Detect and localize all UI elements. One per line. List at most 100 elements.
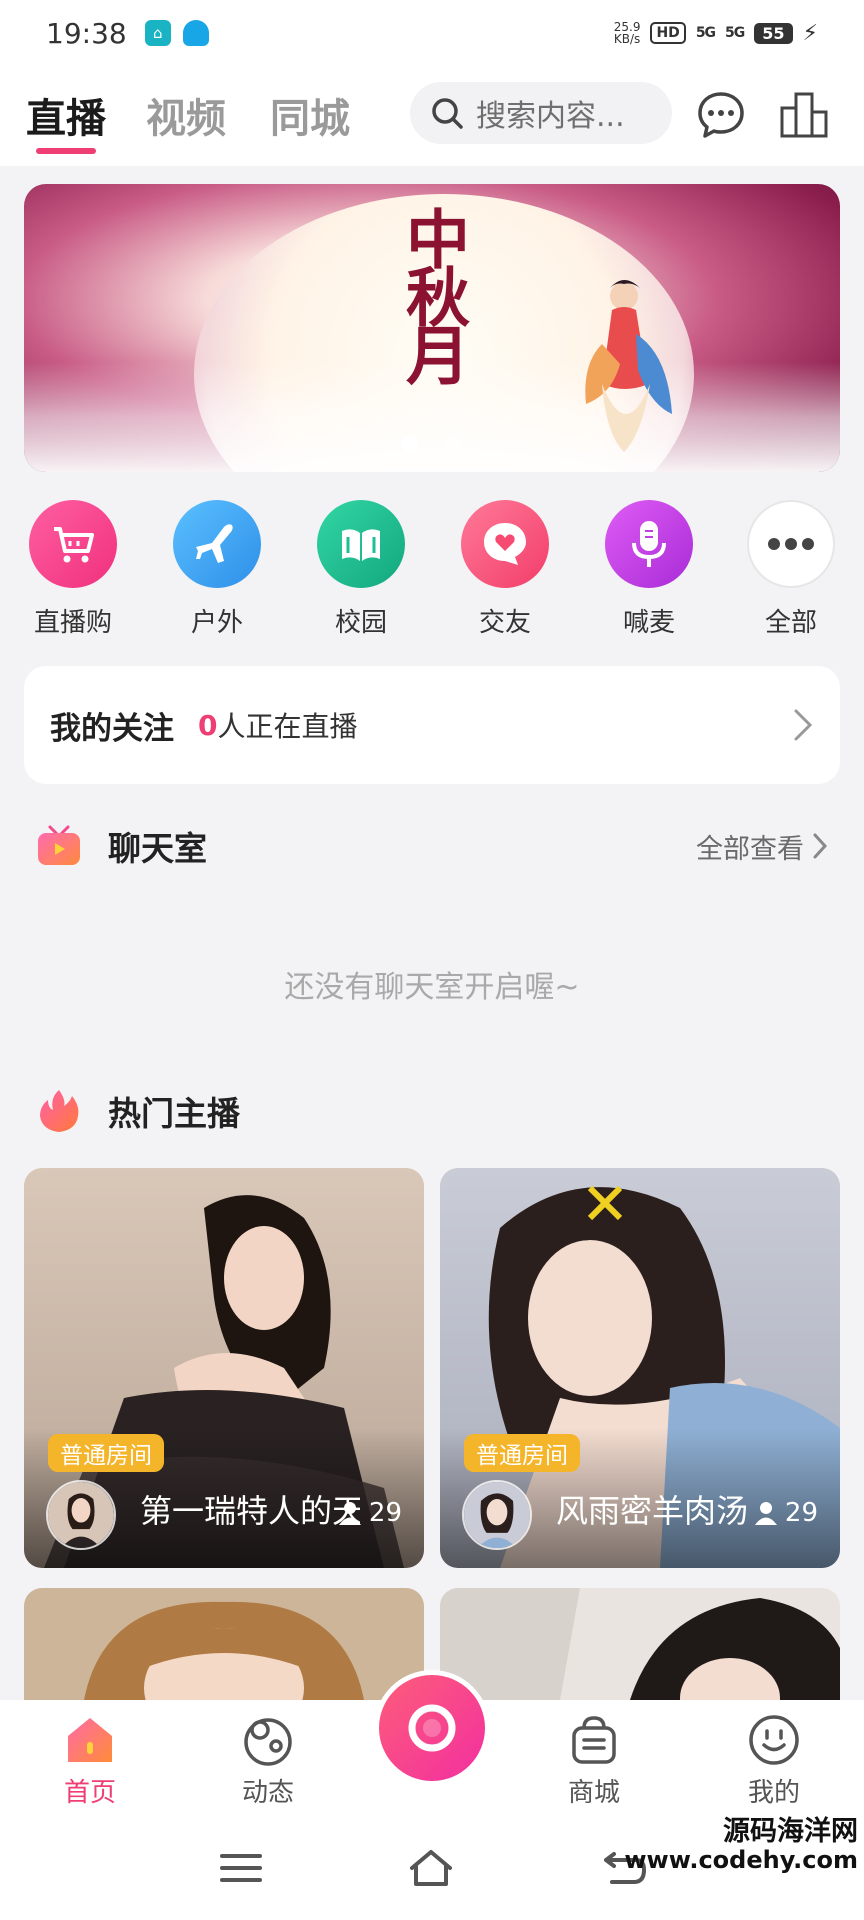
category-label: 喊麦 <box>622 608 675 638</box>
chevron-right-icon <box>794 709 813 741</box>
chatroom-empty-message: 还没有聊天室开启喔~ <box>284 970 580 1005</box>
follow-live-count: 0 <box>198 708 218 742</box>
category-live-shopping[interactable]: 直播购 <box>18 500 128 639</box>
streamer-name: 第一瑞特人的天 <box>140 1492 360 1530</box>
hd-icon: HD <box>650 22 686 44</box>
view-all-label: 全部查看 <box>696 833 804 865</box>
streamer-card-3[interactable] <box>24 1588 424 1700</box>
room-type-badge: 普通房间 <box>464 1434 580 1472</box>
bottom-navigation: 首页 动态 商城 我的 <box>0 1670 864 1818</box>
category-label: 交友 <box>478 608 531 638</box>
battery-icon: 55 <box>754 22 793 44</box>
search-input[interactable]: 搜索内容... <box>410 82 672 144</box>
category-outdoor[interactable]: 户外 <box>162 500 272 639</box>
streamer-photo <box>440 1588 840 1700</box>
banner-title: 中秋月 <box>395 206 470 380</box>
promo-banner[interactable]: 中秋月 <box>24 184 840 472</box>
category-label: 全部 <box>764 608 817 638</box>
nav-profile[interactable]: 我的 <box>724 1712 824 1809</box>
top-header: 直播 视频 同城 搜索内容... <box>0 66 864 166</box>
avatar <box>46 1480 116 1550</box>
shopping-bag-icon <box>572 1716 616 1764</box>
category-all[interactable]: 全部 <box>736 500 846 639</box>
follow-live-suffix: 人正在直播 <box>217 710 358 743</box>
viewer-count: 29 <box>337 1498 402 1528</box>
heart-chat-icon <box>461 500 549 588</box>
tab-live[interactable]: 直播 <box>26 86 106 144</box>
category-campus[interactable]: 校园 <box>306 500 416 639</box>
go-live-button[interactable] <box>374 1670 490 1786</box>
fairy-illustration <box>585 280 672 452</box>
ranking-icon[interactable] <box>778 90 830 140</box>
watermark: 源码海洋网 www.codehy.com <box>624 1816 858 1875</box>
viewer-count: 29 <box>753 1498 818 1528</box>
nav-feed-label: 动态 <box>241 1778 294 1808</box>
banner-dot-1[interactable] <box>402 436 418 452</box>
cart-icon <box>29 500 117 588</box>
microphone-icon <box>605 500 693 588</box>
streamer-name: 风雨密羊肉汤 <box>556 1492 749 1530</box>
category-dating[interactable]: 交友 <box>450 500 560 639</box>
streamer-card-4[interactable] <box>440 1588 840 1700</box>
status-notification-icons: ⌂ <box>144 20 209 46</box>
signal-5g-icon-2: 5G <box>725 25 745 41</box>
nav-mall-label: 商城 <box>567 1778 620 1808</box>
chatroom-section-header: 聊天室 全部查看 <box>36 822 828 870</box>
planet-icon <box>244 1718 292 1766</box>
category-label: 校园 <box>334 608 387 638</box>
menu-icon[interactable] <box>216 1846 266 1890</box>
nav-home[interactable]: 首页 <box>40 1712 140 1809</box>
message-icon[interactable] <box>696 90 746 140</box>
nav-profile-label: 我的 <box>747 1778 800 1808</box>
more-icon <box>747 500 835 588</box>
view-all-chatrooms-link[interactable]: 全部查看 <box>696 827 828 866</box>
status-right-icons: 25.9 KB/s HD 5G 5G 55 ⚡ <box>614 21 818 46</box>
camera-icon <box>379 1675 485 1781</box>
category-label: 直播购 <box>33 608 112 638</box>
person-icon <box>754 1502 777 1525</box>
person-icon <box>338 1502 361 1525</box>
banner-pagination <box>24 436 840 452</box>
chatroom-title: 聊天室 <box>108 829 207 868</box>
signal-5g-icon: 5G <box>695 25 716 41</box>
nav-feed[interactable]: 动态 <box>218 1712 318 1809</box>
nav-home-label: 首页 <box>63 1778 116 1808</box>
streamer-card-2[interactable]: 普通房间 风雨密羊肉汤 29 <box>440 1168 840 1568</box>
qq-icon <box>182 20 209 46</box>
avatar <box>462 1480 532 1550</box>
tv-icon <box>38 825 80 865</box>
home-system-icon[interactable] <box>406 1846 456 1890</box>
smiley-icon <box>749 1715 799 1765</box>
search-placeholder: 搜索内容... <box>476 99 625 134</box>
home-icon <box>68 1718 112 1762</box>
streamer-card-1[interactable]: 普通房间 第一瑞特人的天 29 <box>24 1168 424 1568</box>
follow-title: 我的关注 <box>50 710 174 747</box>
nav-mall[interactable]: 商城 <box>544 1712 644 1809</box>
flame-icon <box>40 1090 79 1132</box>
plane-icon <box>173 500 261 588</box>
tab-video[interactable]: 视频 <box>146 86 226 144</box>
search-icon <box>432 98 463 129</box>
home-app-icon: ⌂ <box>144 20 171 46</box>
hot-streamers-header: 热门主播 <box>36 1087 828 1135</box>
category-label: 户外 <box>190 608 243 638</box>
status-time: 19:38 <box>46 16 127 50</box>
banner-dot-2[interactable] <box>446 436 462 452</box>
room-type-badge: 普通房间 <box>48 1434 164 1472</box>
chevron-right-icon <box>813 833 828 859</box>
viewer-count-value: 29 <box>368 1498 402 1528</box>
viewer-count-value: 29 <box>784 1498 818 1528</box>
tab-local[interactable]: 同城 <box>270 86 350 144</box>
status-bar: 19:38 ⌂ 25.9 KB/s HD 5G 5G 55 ⚡ <box>0 0 864 66</box>
hot-streamers-title: 热门主播 <box>108 1094 240 1133</box>
book-icon <box>317 500 405 588</box>
watermark-line-1: 源码海洋网 <box>723 1816 858 1847</box>
streamer-photo <box>24 1588 424 1700</box>
my-follow-card[interactable]: 我的关注 0 人正在直播 <box>24 666 840 784</box>
category-row: 直播购 户外 校园 交友 喊麦 全部 <box>0 500 864 650</box>
category-shout-mic[interactable]: 喊麦 <box>594 500 704 639</box>
network-speed: 25.9 KB/s <box>613 20 641 46</box>
active-tab-indicator <box>36 148 96 154</box>
charging-icon: ⚡ <box>802 20 818 46</box>
watermark-line-2: www.codehy.com <box>624 1846 858 1875</box>
